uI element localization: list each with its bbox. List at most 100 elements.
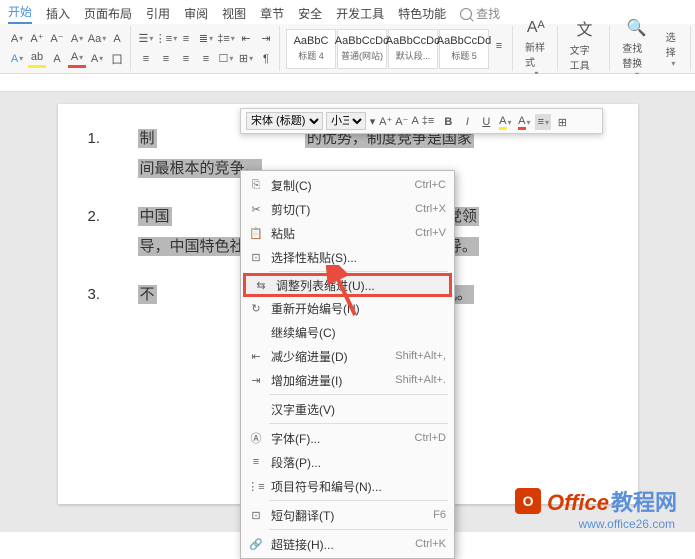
style-default-para[interactable]: AaBbCcDd默认段...: [388, 29, 438, 69]
line-spacing-button[interactable]: ‡≡▾: [217, 30, 235, 48]
menu-copy[interactable]: ⎘复制(C)Ctrl+C: [241, 173, 454, 197]
menu-restart-number[interactable]: ↻重新开始编号(N): [241, 296, 454, 320]
menu-paste-special[interactable]: ⊡选择性粘贴(S)...: [241, 245, 454, 269]
selected-text[interactable]: 制: [138, 129, 157, 148]
tab-sections[interactable]: 章节: [260, 5, 284, 22]
watermark: O Office 教程网: [515, 485, 677, 517]
inc-indent-button[interactable]: ⇥: [257, 30, 275, 48]
clear-format-button[interactable]: A▾: [68, 30, 86, 48]
translate-icon: ⊡: [247, 507, 265, 523]
paragraph-icon: ≡: [247, 454, 265, 470]
menu-adjust-list-indent[interactable]: ⇆调整列表缩进(U)...: [243, 273, 452, 297]
list-number: 1.: [88, 124, 138, 184]
align-r-button[interactable]: ≡: [177, 50, 195, 68]
tab-devtools[interactable]: 开发工具: [336, 5, 384, 22]
mini-italic-button[interactable]: I: [459, 114, 475, 130]
tab-view[interactable]: 视图: [222, 5, 246, 22]
font-border-button[interactable]: A: [48, 50, 66, 68]
selected-text[interactable]: 不: [138, 285, 157, 304]
mini-grow-button[interactable]: A⁺: [379, 113, 392, 129]
tabs-button[interactable]: ⊞▾: [237, 50, 255, 68]
dec-indent-icon: ⇤: [247, 348, 265, 364]
menu-separator: [269, 423, 448, 424]
font-icon: Ⓐ: [247, 430, 265, 446]
align-l-button[interactable]: ≡: [137, 50, 155, 68]
watermark-cn: 教程网: [611, 485, 677, 517]
selected-text[interactable]: 导，中国特色社: [138, 237, 247, 256]
align-c-button[interactable]: ≡: [157, 50, 175, 68]
menu-reselect[interactable]: 汉字重选(V): [241, 397, 454, 421]
font-bg-button[interactable]: A▾: [88, 50, 106, 68]
menu-paragraph[interactable]: ≡段落(P)...: [241, 450, 454, 474]
bullets-button[interactable]: ☰▾: [137, 30, 155, 48]
watermark-brand: Office: [547, 490, 609, 516]
tab-insert[interactable]: 插入: [46, 5, 70, 22]
menu-paste[interactable]: 📋粘贴Ctrl+V: [241, 221, 454, 245]
menu-cut[interactable]: ✂剪切(T)Ctrl+X: [241, 197, 454, 221]
tab-review[interactable]: 审阅: [184, 5, 208, 22]
font-shrink2-button[interactable]: A⁻: [48, 30, 66, 48]
char-border-button[interactable]: 囗: [108, 50, 126, 68]
select-button[interactable]: 选择▾: [660, 27, 686, 70]
menu-bullets-numbering[interactable]: ⋮≡项目符号和编号(N)...: [241, 474, 454, 498]
mini-border-button[interactable]: ⊞: [554, 114, 570, 130]
font-color-button[interactable]: A▾: [68, 50, 86, 68]
style-heading4[interactable]: AaBbC标题 4: [286, 29, 336, 69]
mini-clear-button[interactable]: A: [411, 113, 418, 129]
style-gallery: AaBbC标题 4 AaBbCcDd普通(网站) AaBbCcDd默认段... …: [282, 26, 513, 71]
find-replace-button[interactable]: 🔍查找替换▾: [616, 16, 656, 81]
highlight-button[interactable]: ab: [28, 50, 46, 68]
menu-inc-indent[interactable]: ⇥增加缩进量(I)Shift+Alt+.: [241, 368, 454, 392]
mini-dd[interactable]: ▾: [369, 113, 376, 129]
mini-bold-button[interactable]: B: [440, 114, 456, 130]
copy-icon: ⎘: [247, 177, 265, 193]
ruler[interactable]: [0, 74, 695, 92]
dec-indent-button[interactable]: ⇤: [237, 30, 255, 48]
menu-separator: [269, 271, 448, 272]
text-effect-button[interactable]: A▾: [8, 50, 26, 68]
mini-align-button[interactable]: ≡▾: [535, 114, 551, 130]
menu-separator: [269, 529, 448, 530]
menu-translate[interactable]: ⊡短句翻译(T)F6: [241, 503, 454, 527]
align-left-button[interactable]: ≡: [177, 30, 195, 48]
style-heading5[interactable]: AaBbCcDd标题 5: [439, 29, 489, 69]
text-tools-button[interactable]: 文文字工具▾: [564, 14, 606, 83]
restart-number-icon: ↻: [247, 300, 265, 316]
new-style-button[interactable]: Aᴬ新样式▾: [519, 17, 553, 80]
mini-size-select[interactable]: 小三: [326, 112, 366, 130]
change-case-button[interactable]: Aa▾: [88, 30, 106, 48]
font-grow-button[interactable]: A▾: [8, 30, 26, 48]
show-marks-button[interactable]: ¶: [257, 50, 275, 68]
context-menu: ⎘复制(C)Ctrl+C ✂剪切(T)Ctrl+X 📋粘贴Ctrl+V ⊡选择性…: [240, 170, 455, 559]
link-icon: 🔗: [247, 536, 265, 552]
asian-layout-button[interactable]: A: [108, 30, 126, 48]
tab-start[interactable]: 开始: [8, 3, 32, 24]
align-dist-button[interactable]: ≣▾: [197, 30, 215, 48]
style-more-button[interactable]: ≡: [490, 26, 508, 66]
align-j-button[interactable]: ≡: [197, 50, 215, 68]
mini-linespace-button[interactable]: ‡≡: [422, 113, 435, 129]
tab-references[interactable]: 引用: [146, 5, 170, 22]
selected-text[interactable]: 中国: [138, 207, 172, 226]
shading-button[interactable]: ☐▾: [217, 50, 235, 68]
toolbar: A▾ A⁺ A⁻ A▾ Aa▾ A A▾ ab A A▾ A▾ 囗 ☰▾ ⋮≡▾…: [0, 24, 695, 74]
menu-separator: [269, 500, 448, 501]
tab-features[interactable]: 特色功能: [398, 5, 446, 22]
menu-hyperlink[interactable]: 🔗超链接(H)...Ctrl+K: [241, 532, 454, 556]
list-number: 2.: [88, 202, 138, 262]
numbering-button[interactable]: ⋮≡▾: [157, 30, 175, 48]
paste-icon: 📋: [247, 225, 265, 241]
tab-layout[interactable]: 页面布局: [84, 5, 132, 22]
tab-security[interactable]: 安全: [298, 5, 322, 22]
menu-dec-indent[interactable]: ⇤减少缩进量(D)Shift+Alt+,: [241, 344, 454, 368]
mini-underline-button[interactable]: U: [478, 114, 494, 130]
menu-continue-number[interactable]: 继续编号(C): [241, 320, 454, 344]
font-shrink-button[interactable]: A⁺: [28, 30, 46, 48]
mini-fontcolor-button[interactable]: A▾: [516, 114, 532, 130]
mini-font-select[interactable]: 宋体 (标题): [246, 112, 323, 130]
mini-shrink-button[interactable]: A⁻: [395, 113, 408, 129]
mini-highlight-button[interactable]: A▾: [497, 114, 513, 130]
style-normal-web[interactable]: AaBbCcDd普通(网站): [337, 29, 387, 69]
menu-font[interactable]: Ⓐ字体(F)...Ctrl+D: [241, 426, 454, 450]
search-box[interactable]: 查找: [460, 5, 500, 22]
